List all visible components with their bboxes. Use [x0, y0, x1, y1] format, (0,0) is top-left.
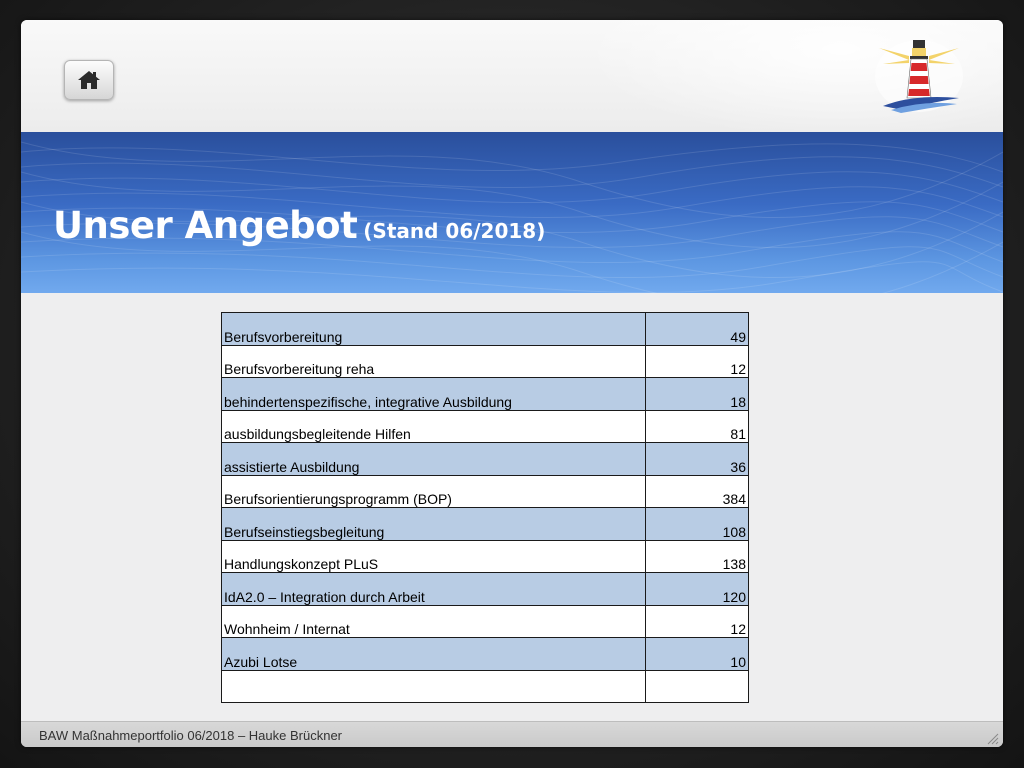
table-row: Berufsvorbereitung 49: [221, 312, 749, 346]
offer-count-cell: 10: [645, 637, 749, 671]
offer-name-cell: Azubi Lotse: [221, 637, 646, 671]
resize-grip-icon[interactable]: [985, 731, 999, 745]
offer-count-cell: 12: [645, 604, 749, 638]
offer-name-cell: behindertenspezifische, integrative Ausb…: [221, 377, 646, 411]
offer-name-cell: assistierte Ausbildung: [221, 442, 646, 476]
table-row: [221, 669, 749, 703]
offers-table: Berufsvorbereitung 49 Berufsvorbereitung r…: [221, 312, 749, 703]
slide-header: [21, 20, 1003, 140]
offer-count-cell: 138: [645, 539, 749, 573]
lighthouse-logo: [873, 36, 965, 114]
offer-count-cell: 36: [645, 442, 749, 476]
offers-table-container: Berufsvorbereitung 49 Berufsvorbereitung r…: [221, 312, 749, 703]
table-row: Wohnheim / Internat 12: [221, 604, 749, 638]
table-row: ausbildungsbegleitende Hilfen 81: [221, 409, 749, 443]
slide-footer: BAW Maßnahmeportfolio 06/2018 – Hauke Br…: [21, 721, 1003, 747]
offer-count-cell: 120: [645, 572, 749, 606]
title-band: Unser Angebot (Stand 06/2018): [21, 132, 1003, 293]
offer-name-cell: IdA2.0 – Integration durch Arbeit: [221, 572, 646, 606]
table-row: Berufsorientierungsprogramm (BOP) 384: [221, 474, 749, 508]
table-row: behindertenspezifische, integrative Ausb…: [221, 377, 749, 411]
offer-count-cell: 49: [645, 312, 749, 346]
offer-name-cell: Wohnheim / Internat: [221, 604, 646, 638]
table-row: assistierte Ausbildung 36: [221, 442, 749, 476]
presentation-slide: Unser Angebot (Stand 06/2018) Berufsvorbe…: [21, 20, 1003, 747]
table-row: Handlungskonzept PLuS 138: [221, 539, 749, 573]
table-row: Azubi Lotse 10: [221, 637, 749, 671]
offer-count-cell: [645, 669, 749, 703]
offer-name-cell: Berufsvorbereitung: [221, 312, 646, 346]
offer-name-cell: Handlungskonzept PLuS: [221, 539, 646, 573]
offer-name-cell: [221, 669, 646, 703]
title-subtitle: (Stand 06/2018): [363, 219, 546, 243]
home-button[interactable]: [64, 60, 114, 100]
table-row: Berufseinstiegsbegleitung 108: [221, 507, 749, 541]
table-row: IdA2.0 – Integration durch Arbeit 120: [221, 572, 749, 606]
footer-text: BAW Maßnahmeportfolio 06/2018 – Hauke Br…: [39, 728, 343, 743]
offer-count-cell: 108: [645, 507, 749, 541]
offers-table-body: Berufsvorbereitung 49 Berufsvorbereitung r…: [221, 312, 749, 703]
offer-name-cell: ausbildungsbegleitende Hilfen: [221, 409, 646, 443]
offer-count-cell: 81: [645, 409, 749, 443]
home-icon: [78, 71, 100, 89]
offer-count-cell: 18: [645, 377, 749, 411]
offer-name-cell: Berufseinstiegsbegleitung: [221, 507, 646, 541]
slide-title: Unser Angebot (Stand 06/2018): [53, 204, 545, 247]
offer-name-cell: Berufsorientierungsprogramm (BOP): [221, 474, 646, 508]
offer-count-cell: 12: [645, 344, 749, 378]
offer-name-cell: Berufsvorbereitung reha: [221, 344, 646, 378]
table-row: Berufsvorbereitung reha 12: [221, 344, 749, 378]
lighthouse-icon: [875, 40, 963, 113]
offer-count-cell: 384: [645, 474, 749, 508]
title-main: Unser Angebot: [53, 204, 358, 247]
